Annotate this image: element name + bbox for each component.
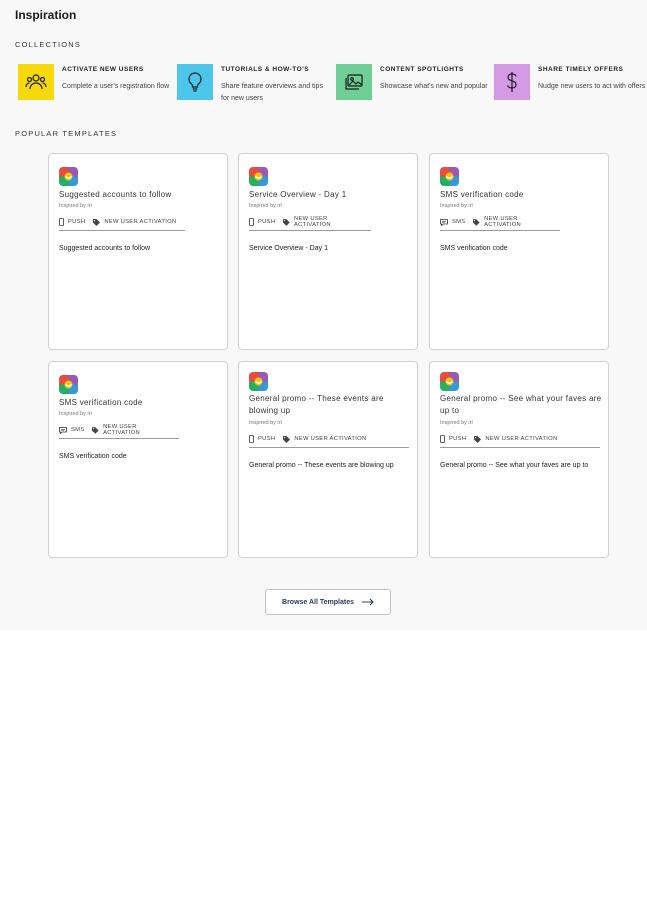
phone-icon — [249, 435, 254, 443]
app-logo-icon — [59, 375, 78, 394]
sms-icon — [59, 426, 67, 434]
tag-icon — [283, 218, 290, 226]
browse-all-templates-button[interactable]: Browse All Templates — [265, 589, 391, 615]
template-meta: PUSH NEW USER ACTIVATION — [440, 434, 600, 448]
template-title: Service Overview - Day 1 — [249, 190, 347, 199]
template-meta: SMS NEW USER ACTIVATION — [59, 424, 179, 439]
template-body: SMS verification code — [440, 245, 508, 252]
inspiration-panel: Inspiration COLLECTIONS ACTIVATE NEW USE… — [0, 0, 647, 630]
tag-icon — [93, 218, 101, 226]
dollar-icon — [507, 72, 517, 92]
app-logo-icon — [249, 372, 268, 391]
collection-tile — [336, 64, 372, 100]
channel-label: PUSH — [258, 436, 276, 442]
tag-label: NEW USER ACTIVATION — [103, 424, 140, 436]
channel-label: PUSH — [258, 219, 276, 225]
app-logo-icon — [440, 167, 459, 186]
arrow-right-icon — [361, 598, 374, 606]
phone-icon — [440, 435, 445, 443]
collection-title: SHARE TIMELY OFFERS — [538, 66, 624, 73]
browse-label: Browse All Templates — [282, 598, 354, 606]
collection-content-spotlights[interactable]: CONTENT SPOTLIGHTS Showcase what's new a… — [336, 64, 488, 104]
collection-tutorials[interactable]: TUTORIALS & HOW-TO'S Share feature overv… — [177, 64, 327, 104]
template-title: General promo -- These events are blowin… — [249, 394, 384, 415]
phone-icon — [59, 218, 64, 226]
template-inspired-by: Inspired by irl — [249, 203, 282, 209]
template-card[interactable]: Suggested accounts to follow Inspired by… — [48, 153, 228, 350]
channel-label: PUSH — [449, 436, 467, 442]
collection-title: TUTORIALS & HOW-TO'S — [221, 66, 310, 73]
channel-label: SMS — [71, 427, 85, 433]
template-title: SMS verification code — [59, 398, 143, 407]
template-inspired-by: Inspired by irl — [440, 203, 473, 209]
tag-label: NEW USER ACTIVATION — [294, 216, 331, 228]
tag-label: NEW USER ACTIVATION — [484, 216, 521, 228]
template-card[interactable]: SMS verification code Inspired by irl SM… — [48, 361, 228, 558]
template-body: Suggested accounts to follow — [59, 245, 151, 252]
template-inspired-by: Inspired by irl — [440, 420, 473, 426]
image-icon — [345, 74, 363, 90]
tag-icon — [473, 218, 481, 226]
template-title: SMS verification code — [440, 190, 524, 199]
tag-label: NEW USER ACTIVATION — [485, 436, 558, 442]
template-body: General promo -- These events are blowin… — [249, 462, 394, 469]
collection-desc: Nudge new users to act with offers — [538, 83, 646, 90]
popular-templates-heading: POPULAR TEMPLATES — [15, 129, 118, 138]
tag-icon — [92, 426, 100, 434]
phone-icon — [249, 218, 254, 226]
app-logo-icon — [440, 372, 459, 391]
template-body: SMS verification code — [59, 453, 127, 460]
tag-icon — [283, 435, 291, 443]
template-card[interactable]: General promo -- See what your faves are… — [429, 361, 609, 558]
collection-desc: Showcase what's new and popular — [380, 83, 488, 90]
tag-label: NEW USER ACTIVATION — [104, 219, 177, 225]
template-card[interactable]: SMS verification code Inspired by irl SM… — [429, 153, 609, 350]
channel-label: PUSH — [68, 219, 86, 225]
collections-heading: COLLECTIONS — [15, 40, 82, 49]
collection-title: CONTENT SPOTLIGHTS — [380, 66, 464, 73]
lightbulb-icon — [188, 72, 202, 92]
collection-desc: Share feature overviews and tips for new… — [221, 83, 323, 102]
collection-desc: Complete a user's registration flow — [62, 83, 170, 90]
app-logo-icon — [59, 167, 78, 186]
users-icon — [25, 74, 47, 90]
template-meta: SMS NEW USER ACTIVATION — [440, 216, 560, 231]
collection-activate-new-users[interactable]: ACTIVATE NEW USERS Complete a user's reg… — [18, 64, 169, 104]
collection-title: ACTIVATE NEW USERS — [62, 66, 144, 73]
channel-label: SMS — [452, 219, 466, 225]
template-inspired-by: Inspired by irl — [59, 203, 92, 209]
template-title: General promo -- See what your faves are… — [440, 394, 602, 415]
template-title: Suggested accounts to follow — [59, 190, 172, 199]
sms-icon — [440, 218, 448, 226]
template-card[interactable]: Service Overview - Day 1 Inspired by irl… — [238, 153, 418, 350]
template-body: General promo -- See what your faves are… — [440, 462, 589, 469]
template-body: Service Overview - Day 1 — [249, 245, 328, 252]
page-title: Inspiration — [15, 8, 77, 22]
tag-icon — [474, 435, 482, 443]
template-inspired-by: Inspired by irl — [59, 411, 92, 417]
tag-label: NEW USER ACTIVATION — [294, 436, 367, 442]
template-meta: PUSH NEW USER ACTIVATION — [249, 216, 371, 231]
collection-tile — [18, 64, 54, 100]
template-meta: PUSH NEW USER ACTIVATION — [249, 434, 409, 448]
template-meta: PUSH NEW USER ACTIVATION — [59, 217, 185, 231]
app-logo-icon — [249, 167, 268, 186]
collection-tile — [177, 64, 213, 100]
collection-tile — [494, 64, 530, 100]
collection-timely-offers[interactable]: SHARE TIMELY OFFERS Nudge new users to a… — [494, 64, 646, 104]
template-card[interactable]: General promo -- These events are blowin… — [238, 361, 418, 558]
template-inspired-by: Inspired by irl — [249, 420, 282, 426]
